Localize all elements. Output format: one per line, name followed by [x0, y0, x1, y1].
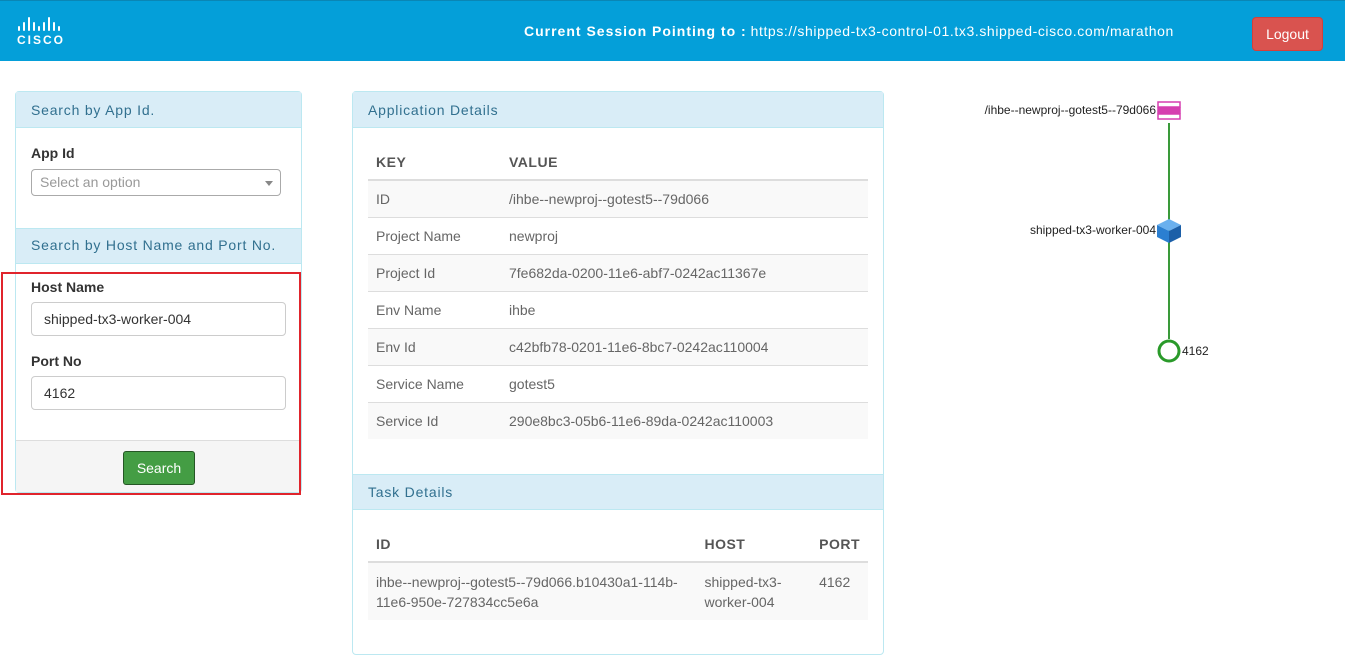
table-row: Service Name gotest5 [368, 364, 868, 402]
app-id-select[interactable]: Select an option [31, 169, 281, 196]
task-port-cell: 4162 [811, 561, 868, 620]
column-header-key: KEY [368, 144, 501, 181]
table-header-row: KEY VALUE [368, 144, 868, 181]
task-details-table: ID HOST PORT ihbe--newproj--gotest5--79d… [368, 526, 868, 620]
row-key: Env Name [368, 290, 501, 328]
cisco-bars-icon [17, 15, 69, 31]
highlight-box [1, 272, 301, 495]
table-row: ihbe--newproj--gotest5--79d066.b10430a1-… [368, 561, 868, 620]
session-info: Current Session Pointing to : https://sh… [524, 23, 1174, 39]
column-header-id: ID [368, 526, 697, 563]
table-row: Project Id 7fe682da-0200-11e6-abf7-0242ac… [368, 253, 868, 291]
cisco-logo[interactable]: CISCO [17, 15, 69, 47]
server-rack-icon[interactable] [1157, 101, 1181, 120]
row-value: ihbe [501, 290, 868, 328]
table-header-row: ID HOST PORT [368, 526, 868, 563]
search-by-host-heading: Search by Host Name and Port No. [16, 228, 301, 264]
logout-button[interactable]: Logout [1252, 17, 1323, 51]
task-host-cell: shipped-tx3-worker-004 [696, 561, 812, 620]
session-url: https://shipped-tx3-control-01.tx3.shipp… [750, 23, 1174, 39]
logo-text: CISCO [17, 33, 66, 47]
top-navbar: CISCO Current Session Pointing to : http… [0, 0, 1345, 61]
application-details-panel: Application Details KEY VALUE ID/ihbe--n… [352, 91, 884, 655]
row-value: newproj [501, 216, 868, 254]
table-row: Env Name ihbe [368, 290, 868, 328]
table-row: Env Id c42bfb78-0201-11e6-8bc7-0242ac1100… [368, 327, 868, 365]
row-value: gotest5 [501, 364, 868, 402]
application-details-heading: Application Details [353, 92, 883, 128]
row-key: Service Id [368, 401, 501, 439]
app-node-label: /ihbe--newproj--gotest5--79d066 [984, 103, 1156, 117]
column-header-port: PORT [811, 526, 868, 563]
row-key: Service Name [368, 364, 501, 402]
port-node-icon[interactable] [1157, 339, 1181, 363]
host-node-label: shipped-tx3-worker-004 [1029, 223, 1156, 237]
row-key: Project Id [368, 253, 501, 291]
row-key: ID [368, 179, 501, 217]
host-cube-icon[interactable] [1157, 219, 1181, 243]
row-value: /ihbe--newproj--gotest5--79d066 [501, 179, 868, 217]
row-key: Project Name [368, 216, 501, 254]
search-by-app-heading: Search by App Id. [16, 92, 301, 128]
row-key: Env Id [368, 327, 501, 365]
app-id-placeholder: Select an option [40, 174, 141, 190]
topology-graph: /ihbe--newproj--gotest5--79d066 shipped-… [960, 95, 1260, 375]
application-details-table: KEY VALUE ID/ihbe--newproj--gotest5--79d… [368, 144, 868, 439]
table-row: Project Name newproj [368, 216, 868, 254]
task-details-heading: Task Details [353, 474, 883, 510]
row-value: 7fe682da-0200-11e6-abf7-0242ac11367e [501, 253, 868, 291]
port-node-label: 4162 [1182, 344, 1209, 358]
table-row: ID/ihbe--newproj--gotest5--79d066 [368, 179, 868, 217]
caret-down-icon [265, 181, 273, 186]
row-value: 290e8bc3-05b6-11e6-89da-0242ac110003 [501, 401, 868, 439]
row-value: c42bfb78-0201-11e6-8bc7-0242ac110004 [501, 327, 868, 365]
column-header-host: HOST [696, 526, 812, 563]
task-id-cell: ihbe--newproj--gotest5--79d066.b10430a1-… [368, 561, 697, 620]
app-id-label: App Id [31, 145, 75, 161]
column-header-value: VALUE [501, 144, 868, 181]
table-row: Service Id 290e8bc3-05b6-11e6-89da-0242ac… [368, 401, 868, 439]
session-label: Current Session Pointing to : [524, 23, 747, 39]
